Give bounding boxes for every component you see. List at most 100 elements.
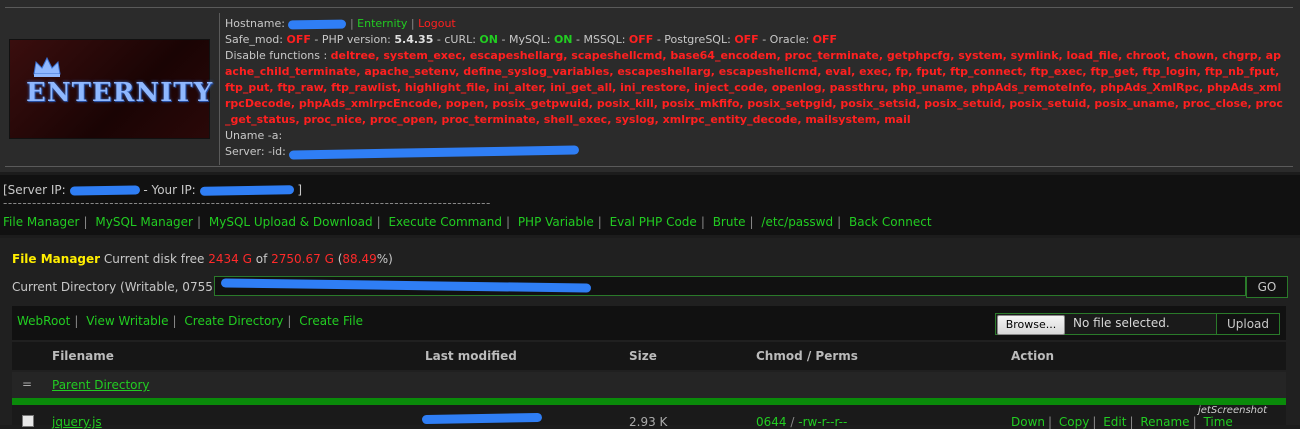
server-row: Server: -id: — [225, 144, 1285, 160]
column-size[interactable]: Size — [629, 349, 657, 363]
file-perms: -rw-r--r-- — [798, 415, 848, 429]
redacted-directory-path — [220, 278, 592, 293]
create-file-link[interactable]: Create File — [299, 314, 363, 328]
nav-etc-passwd[interactable]: /etc/passwd — [761, 215, 833, 229]
uname-row: Uname -a: — [225, 128, 1285, 144]
current-directory-label: Current Directory (Writable, 0755) — [12, 280, 218, 294]
current-directory-input[interactable] — [214, 276, 1246, 296]
postgresql-label: - PostgreSQL: — [656, 33, 731, 46]
file-permissions: 0644 / -rw-r--r-- — [756, 415, 848, 429]
logo: ENTERNITY — [9, 39, 214, 139]
disable-functions-value: deltree, system_exec, escapeshellarg, sc… — [225, 49, 1283, 126]
your-ip-label: - Your IP: — [143, 183, 196, 197]
no-file-selected-text: No file selected. — [1073, 316, 1170, 330]
parent-directory-link[interactable]: Parent Directory — [52, 378, 150, 392]
disk-total-value: 2750.67 G — [271, 252, 334, 266]
column-last-modified[interactable]: Last modified — [425, 349, 517, 363]
toolbar-links: WebRoot | View Writable | Create Directory… — [17, 314, 364, 328]
oracle-value: OFF — [812, 33, 838, 46]
nav-brute[interactable]: Brute — [713, 215, 746, 229]
disk-free-value: 2434 G — [208, 252, 252, 266]
mssql-value: OFF — [628, 33, 654, 46]
rename-action[interactable]: Rename — [1140, 415, 1189, 429]
file-toolbar: WebRoot | View Writable | Create Directory… — [12, 306, 1286, 340]
logout-link[interactable]: Logout — [418, 17, 456, 30]
curl-value: ON — [479, 33, 498, 46]
safe-mod-label: Safe_mod: — [225, 33, 283, 46]
edit-action[interactable]: Edit — [1103, 415, 1126, 429]
file-size: 2.93 K — [629, 415, 668, 429]
redacted-server-ip — [69, 185, 140, 196]
hostname-label: Hostname: — [225, 17, 285, 30]
disk-free-label: Current disk free — [103, 252, 205, 266]
nav-eval-php-code[interactable]: Eval PHP Code — [610, 215, 697, 229]
server-id-label: -id: — [268, 145, 286, 158]
file-chmod[interactable]: 0644 — [756, 415, 787, 429]
parent-directory-icon: = — [22, 377, 33, 391]
server-info: Hostname: | Enternity | Logout Safe_mod:… — [225, 16, 1285, 160]
disk-percent-value: 88.49 — [342, 252, 377, 266]
header-vertical-divider — [219, 13, 220, 165]
row-separator-bar — [12, 398, 1286, 405]
header-top-divider — [5, 7, 1293, 8]
file-table-header: Filename Last modified Size Chmod / Perm… — [12, 342, 1286, 370]
nav-execute-command[interactable]: Execute Command — [388, 215, 501, 229]
go-button[interactable]: GO — [1246, 276, 1288, 298]
file-manager-heading: File Manager Current disk free 2434 G of… — [12, 252, 393, 266]
browse-button[interactable]: Browse... — [997, 315, 1065, 335]
nav-mysql-upload-download[interactable]: MySQL Upload & Download — [209, 215, 373, 229]
status-row: Safe_mod: OFF - PHP version: 5.4.35 - cU… — [225, 32, 1285, 48]
postgresql-value: OFF — [734, 33, 759, 46]
curl-label: - cURL: — [436, 33, 476, 46]
php-version-value: 5.4.35 — [394, 33, 434, 46]
redacted-last-modified — [421, 412, 543, 425]
header-bottom-divider — [5, 166, 1293, 167]
mssql-label: - MSSQL: — [576, 33, 626, 46]
column-filename[interactable]: Filename — [52, 349, 114, 363]
table-row: jquery.js 2.93 K 0644 / -rw-r--r-- Down |… — [12, 405, 1286, 429]
parent-directory-row[interactable]: = Parent Directory — [12, 372, 1286, 398]
uname-label: Uname -a: — [225, 129, 283, 142]
enternity-link[interactable]: Enternity — [357, 17, 407, 30]
header-panel: ENTERNITY Hostname: | Enternity | Logout… — [0, 0, 1300, 172]
hostname-row: Hostname: | Enternity | Logout — [225, 17, 456, 30]
nav-php-variable[interactable]: PHP Variable — [518, 215, 594, 229]
file-manager-title: File Manager — [12, 252, 101, 266]
server-ip-line: [Server IP: - Your IP: ] — [3, 183, 302, 197]
server-label: Server: — [225, 145, 265, 158]
separator-dashes: ----------------------------------------… — [3, 196, 491, 210]
file-manager-panel: File Manager Current disk free 2434 G of… — [0, 238, 1300, 429]
nav-mysql-manager[interactable]: MySQL Manager — [95, 215, 193, 229]
php-version-label: - PHP version: — [314, 33, 391, 46]
crown-icon — [33, 56, 61, 77]
time-action[interactable]: Time — [1203, 415, 1232, 429]
column-chmod-perms[interactable]: Chmod / Perms — [756, 349, 858, 363]
copy-action[interactable]: Copy — [1059, 415, 1089, 429]
logo-text: ENTERNITY — [26, 78, 214, 108]
safe-mod-value: OFF — [286, 33, 311, 46]
disable-functions-label: Disable functions : — [225, 49, 328, 62]
download-action[interactable]: Down — [1011, 415, 1045, 429]
disabled-functions: Disable functions : deltree, system_exec… — [225, 48, 1285, 128]
oracle-label: - Oracle: — [762, 33, 810, 46]
webroot-link[interactable]: WebRoot — [17, 314, 70, 328]
redacted-hostname — [288, 18, 347, 30]
file-checkbox[interactable] — [22, 415, 34, 427]
server-ip-label: [Server IP: — [3, 183, 66, 197]
redacted-your-ip — [199, 185, 294, 196]
column-action: Action — [1011, 349, 1055, 363]
mysql-label: - MySQL: — [501, 33, 551, 46]
server-ip-close-bracket: ] — [297, 183, 303, 197]
mysql-value: ON — [553, 33, 573, 46]
view-writable-link[interactable]: View Writable — [86, 314, 168, 328]
file-input[interactable]: Browse... No file selected. — [995, 313, 1225, 335]
nav-back-connect[interactable]: Back Connect — [849, 215, 932, 229]
nav-file-manager[interactable]: File Manager — [3, 215, 80, 229]
redacted-server-id — [289, 144, 580, 160]
upload-button[interactable]: Upload — [1216, 313, 1280, 335]
watermark: jetScreenshot — [1198, 405, 1268, 416]
disk-of-label: of — [255, 252, 268, 266]
file-name-link[interactable]: jquery.js — [52, 415, 102, 429]
main-nav: File Manager | MySQL Manager | MySQL Uploa… — [3, 215, 932, 229]
create-directory-link[interactable]: Create Directory — [184, 314, 283, 328]
